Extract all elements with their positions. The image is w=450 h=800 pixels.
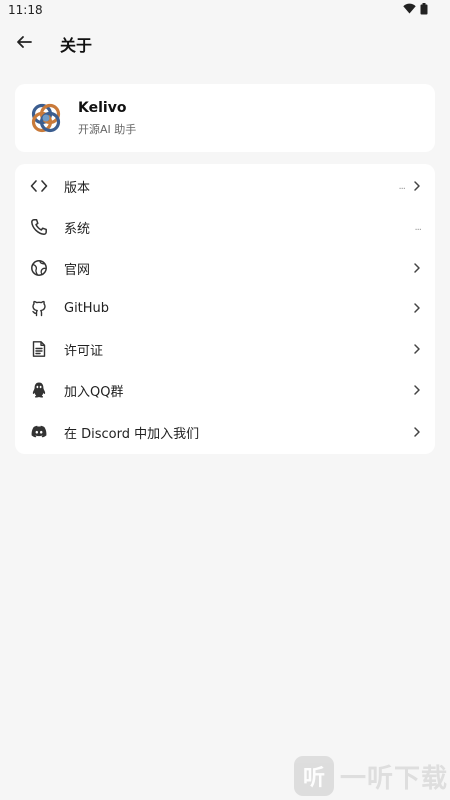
wifi-icon bbox=[403, 3, 416, 17]
chevron-right-icon bbox=[409, 341, 425, 357]
watermark-text: 一听下载 bbox=[339, 763, 448, 794]
menu-item-label: 官网 bbox=[64, 262, 91, 278]
chevron-right-icon bbox=[409, 260, 425, 276]
chevron-right-icon bbox=[409, 178, 425, 194]
app-info: Kelivo 开源AI 助手 bbox=[78, 100, 136, 137]
watermark-badge-char: 听 bbox=[302, 766, 325, 791]
app-bar: 关于 bbox=[0, 24, 450, 64]
status-icons bbox=[403, 2, 428, 18]
menu-item-system[interactable]: 系统 ... bbox=[15, 207, 435, 247]
chevron-right-icon bbox=[409, 424, 425, 440]
about-menu-card: 版本 ... 系统 ... 官网 GitHub 许可证 加入QQ群 在 Disc… bbox=[15, 164, 435, 454]
menu-item-label: 版本 bbox=[64, 180, 91, 196]
page-title: 关于 bbox=[60, 36, 93, 55]
menu-item-label: 系统 bbox=[64, 221, 91, 237]
menu-item-value: ... bbox=[414, 221, 421, 233]
github-icon bbox=[29, 298, 49, 318]
about-screen: 11:18 关于 Kelivo 开源AI 助手 版本 ... 系统 ... 官网… bbox=[0, 0, 450, 800]
menu-item-label: 加入QQ群 bbox=[64, 384, 124, 400]
menu-item-discord[interactable]: 在 Discord 中加入我们 bbox=[15, 412, 435, 452]
status-time: 11:18 bbox=[8, 3, 43, 17]
chevron-right-icon bbox=[409, 300, 425, 316]
menu-item-version[interactable]: 版本 ... bbox=[15, 166, 435, 206]
menu-item-label: 许可证 bbox=[64, 343, 104, 359]
menu-item-license[interactable]: 许可证 bbox=[15, 329, 435, 369]
battery-icon bbox=[420, 2, 428, 18]
menu-item-label: 在 Discord 中加入我们 bbox=[64, 426, 200, 442]
app-description: 开源AI 助手 bbox=[78, 122, 137, 136]
menu-item-qq-group[interactable]: 加入QQ群 bbox=[15, 370, 435, 410]
watermark-logo: 听 bbox=[293, 756, 334, 796]
menu-item-label: GitHub bbox=[64, 300, 110, 316]
app-info-card: Kelivo 开源AI 助手 bbox=[15, 84, 435, 152]
menu-item-github[interactable]: GitHub bbox=[15, 288, 435, 328]
phone-icon bbox=[29, 217, 49, 237]
back-button[interactable] bbox=[6, 26, 42, 62]
menu-item-website[interactable]: 官网 bbox=[15, 248, 435, 288]
app-logo bbox=[29, 101, 63, 135]
watermark: 听 一听下载 bbox=[293, 754, 448, 798]
app-name: Kelivo bbox=[78, 99, 127, 116]
chevron-right-icon bbox=[409, 382, 425, 398]
globe-icon bbox=[29, 258, 49, 278]
qq-icon bbox=[29, 380, 49, 400]
discord-icon bbox=[29, 422, 49, 442]
arrow-left-icon bbox=[15, 33, 33, 55]
menu-item-value: ... bbox=[398, 180, 405, 192]
code-icon bbox=[29, 176, 49, 196]
status-bar: 11:18 bbox=[0, 0, 450, 20]
document-icon bbox=[29, 339, 49, 359]
